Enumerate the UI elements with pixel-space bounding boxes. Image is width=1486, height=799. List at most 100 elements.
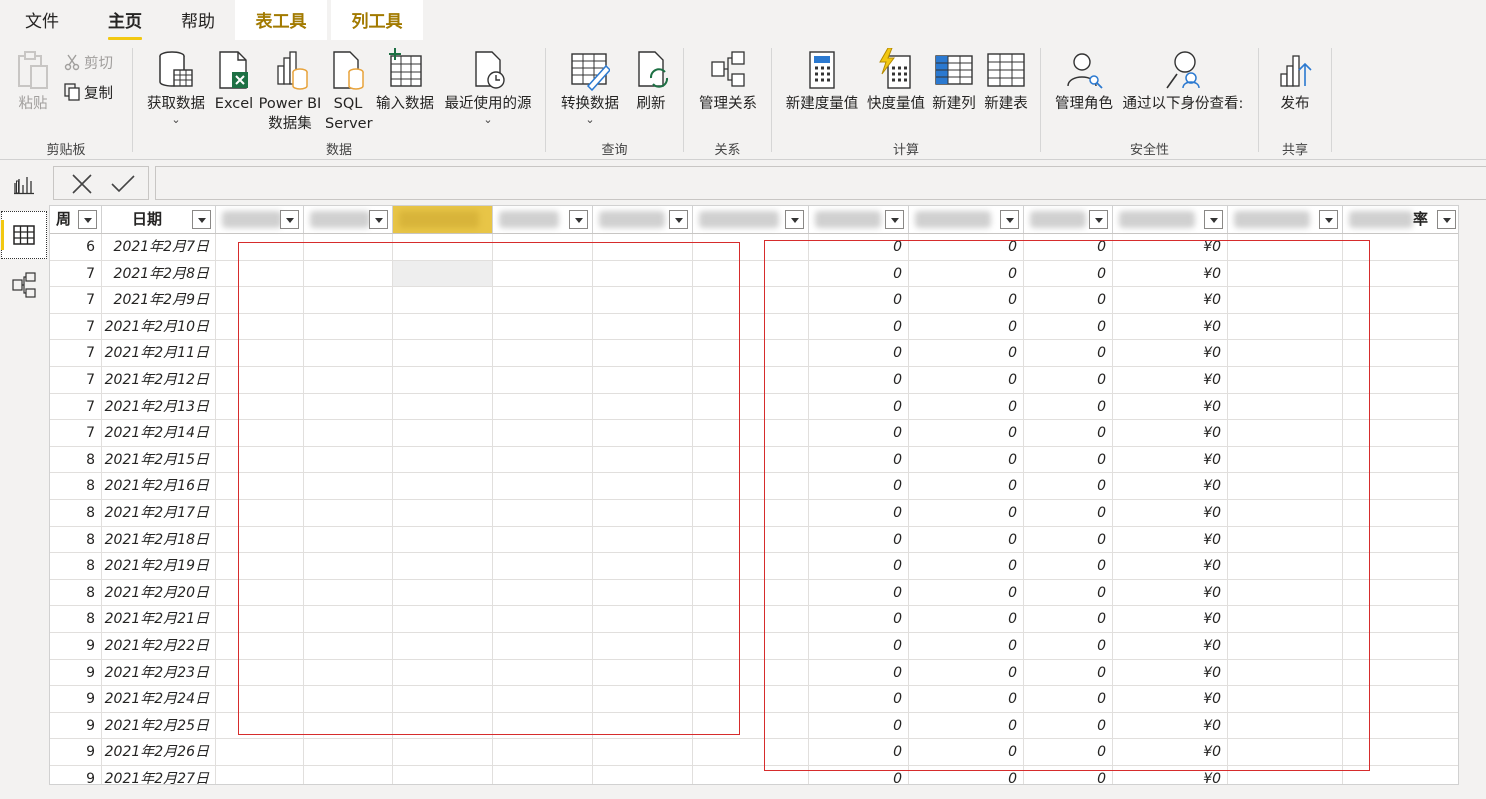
quick-measure-button[interactable]: 快度量值 [864,48,928,114]
cell-empty[interactable] [493,393,593,420]
cell-empty[interactable] [393,367,493,393]
cell-empty[interactable] [304,234,393,260]
cell-v2[interactable]: 0 [909,340,1024,366]
tab-column-tools[interactable]: 列工具 [331,0,423,40]
cell-v1[interactable]: 0 [809,234,909,260]
manage-relationships-button[interactable]: 管理关系 [694,48,762,114]
cell-v3[interactable]: 0 [1024,633,1113,659]
cell-v1[interactable]: 0 [809,260,909,287]
cell-empty[interactable] [304,393,393,420]
cell-empty[interactable] [493,260,593,287]
tab-file[interactable]: 文件 [10,0,74,40]
cell-v1[interactable]: 0 [809,659,909,686]
table-row[interactable]: 7 2021年2月11日 0 0 0 ¥0 [50,340,1458,367]
cell-empty[interactable] [393,234,493,260]
column-header-rate[interactable]: 率 [1343,206,1458,233]
cell-empty[interactable] [393,473,493,499]
cell-week[interactable]: 9 [50,712,102,739]
cell-empty[interactable] [493,739,593,765]
cell-amount[interactable]: ¥0 [1113,553,1228,579]
tab-help[interactable]: 帮助 [168,0,228,40]
cell-amount[interactable]: ¥0 [1113,659,1228,686]
cell-empty[interactable] [493,313,593,340]
cell-empty[interactable] [693,393,809,420]
cell-empty[interactable] [1343,500,1458,526]
cell-empty[interactable] [1228,633,1343,659]
cell-v1[interactable]: 0 [809,446,909,473]
cell-empty[interactable] [593,553,693,579]
cell-empty[interactable] [493,579,593,606]
cell-date[interactable]: 2021年2月17日 [102,500,216,526]
column-filter-dropdown-icon[interactable] [1204,210,1223,229]
cell-empty[interactable] [393,766,493,784]
table-row[interactable]: 9 2021年2月25日 0 0 0 ¥0 [50,712,1458,740]
cell-week[interactable]: 7 [50,420,102,446]
cell-week[interactable]: 9 [50,766,102,784]
cell-empty[interactable] [304,260,393,287]
cell-empty[interactable] [593,766,693,784]
cell-amount[interactable]: ¥0 [1113,287,1228,313]
cell-v2[interactable]: 0 [909,313,1024,340]
cell-empty[interactable] [216,420,304,446]
cell-v3[interactable]: 0 [1024,393,1113,420]
cell-empty[interactable] [216,234,304,260]
cell-v2[interactable]: 0 [909,446,1024,473]
cell-empty[interactable] [493,473,593,499]
cell-amount[interactable]: ¥0 [1113,260,1228,287]
cell-empty[interactable] [1228,766,1343,784]
cell-v2[interactable]: 0 [909,606,1024,632]
cell-empty[interactable] [693,287,809,313]
table-row[interactable]: 8 2021年2月17日 0 0 0 ¥0 [50,500,1458,527]
cell-amount[interactable]: ¥0 [1113,446,1228,473]
cell-week[interactable]: 9 [50,633,102,659]
refresh-button[interactable]: 刷新 [628,48,674,114]
cell-date[interactable]: 2021年2月25日 [102,712,216,739]
cell-empty[interactable] [693,446,809,473]
cell-empty[interactable] [1228,287,1343,313]
table-row[interactable]: 7 2021年2月9日 0 0 0 ¥0 [50,287,1458,314]
cell-empty[interactable] [1228,313,1343,340]
cell-empty[interactable] [216,393,304,420]
cell-empty[interactable] [393,340,493,366]
table-row[interactable]: 9 2021年2月24日 0 0 0 ¥0 [50,686,1458,713]
cell-v2[interactable]: 0 [909,712,1024,739]
column-filter-dropdown-icon[interactable] [78,210,97,229]
table-row[interactable]: 9 2021年2月23日 0 0 0 ¥0 [50,659,1458,687]
cell-empty[interactable] [593,234,693,260]
cell-empty[interactable] [1343,287,1458,313]
cell-empty[interactable] [304,420,393,446]
cell-empty[interactable] [1228,393,1343,420]
cell-date[interactable]: 2021年2月24日 [102,686,216,712]
cell-date[interactable]: 2021年2月8日 [102,260,216,287]
cell-week[interactable]: 7 [50,313,102,340]
cell-empty[interactable] [216,553,304,579]
formula-input[interactable] [155,166,1486,200]
cell-empty[interactable] [1343,686,1458,712]
cell-date[interactable]: 2021年2月16日 [102,473,216,499]
cell-empty[interactable] [1343,606,1458,632]
cell-empty[interactable] [593,712,693,739]
cell-empty[interactable] [1228,500,1343,526]
cell-empty[interactable] [1343,234,1458,260]
cell-date[interactable]: 2021年2月15日 [102,446,216,473]
cell-empty[interactable] [1228,340,1343,366]
cell-v3[interactable]: 0 [1024,659,1113,686]
cell-empty[interactable] [393,739,493,765]
cell-amount[interactable]: ¥0 [1113,367,1228,393]
cell-v2[interactable]: 0 [909,260,1024,287]
cell-v3[interactable]: 0 [1024,766,1113,784]
cell-v1[interactable]: 0 [809,287,909,313]
cell-week[interactable]: 7 [50,260,102,287]
cell-week[interactable]: 9 [50,739,102,765]
publish-button[interactable]: 发布 [1271,48,1319,114]
cell-empty[interactable] [1343,713,1458,739]
cell-amount[interactable]: ¥0 [1113,473,1228,499]
cell-empty[interactable] [493,686,593,712]
cell-empty[interactable] [1343,580,1458,606]
cell-empty[interactable] [693,500,809,526]
cell-empty[interactable] [693,659,809,686]
cell-empty[interactable] [304,739,393,765]
cell-date[interactable]: 2021年2月18日 [102,526,216,553]
cell-empty[interactable] [693,367,809,393]
cell-empty[interactable] [493,367,593,393]
